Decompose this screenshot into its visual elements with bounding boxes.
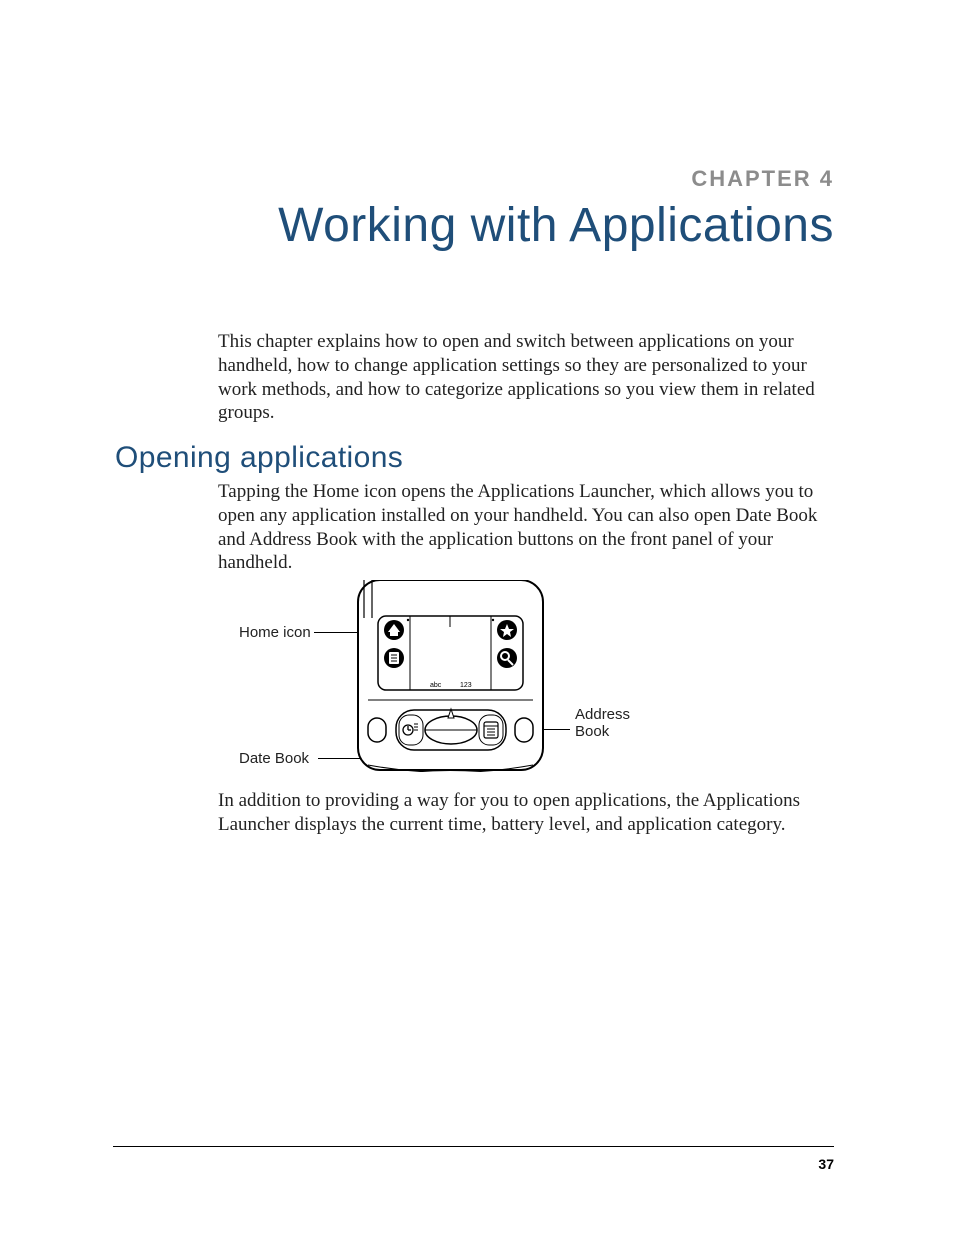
section-heading: Opening applications — [115, 441, 403, 475]
callout-home-icon: Home icon — [239, 624, 311, 641]
chapter-label: CHAPTER 4 — [691, 166, 834, 192]
callout-address-book: Address Book — [575, 706, 645, 741]
graffiti-label-123: 123 — [460, 682, 472, 689]
page: CHAPTER 4 Working with Applications This… — [0, 0, 954, 1235]
date-book-button-icon — [399, 715, 423, 745]
intro-paragraph: This chapter explains how to open and sw… — [218, 330, 838, 425]
home-icon — [384, 620, 404, 640]
address-book-button-icon — [479, 715, 503, 745]
page-number: 37 — [818, 1156, 834, 1172]
handheld-illustration: abc 123 — [348, 580, 553, 772]
footer-rule — [113, 1146, 834, 1147]
closing-paragraph: In addition to providing a way for you t… — [218, 789, 838, 837]
chapter-title: Working with Applications — [278, 198, 834, 253]
device-diagram: Home icon Date Book Address Book — [218, 580, 838, 775]
graffiti-label-abc: abc — [430, 682, 442, 689]
section-paragraph: Tapping the Home icon opens the Applicat… — [218, 480, 838, 575]
callout-date-book: Date Book — [239, 750, 309, 767]
menu-icon — [384, 648, 404, 668]
find-icon — [497, 648, 517, 668]
calculator-icon — [497, 620, 517, 640]
